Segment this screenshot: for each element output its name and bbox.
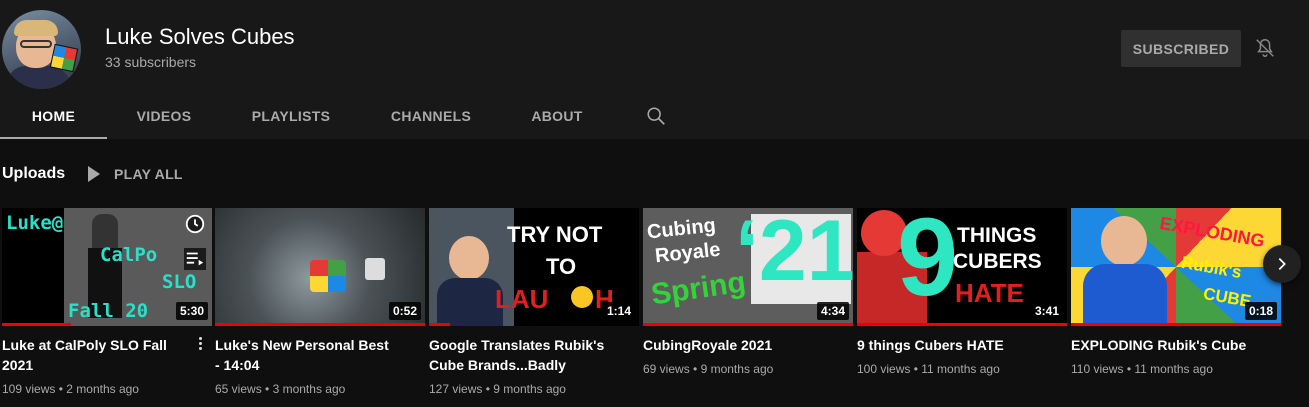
- view-count: 127 views: [429, 382, 483, 396]
- channel-name: Luke Solves Cubes: [105, 24, 295, 49]
- meta-separator: •: [485, 382, 490, 396]
- thumbnail-text: Rubik's: [1179, 252, 1244, 283]
- upload-age: 9 months ago: [700, 362, 774, 376]
- view-count: 65 views: [215, 382, 262, 396]
- video-duration: 1:14: [602, 302, 635, 320]
- channel-avatar[interactable]: [2, 10, 81, 89]
- thumbnail-text: THINGS: [957, 224, 1037, 247]
- chevron-right-icon: [1278, 258, 1286, 270]
- video-thumbnail[interactable]: Cubing Royale Spring ‘21 4:34: [643, 208, 853, 326]
- thumbnail-text: HATE: [955, 278, 1024, 308]
- play-all-button[interactable]: PLAY ALL: [88, 164, 183, 184]
- video-title[interactable]: EXPLODING Rubik's Cube: [1071, 335, 1251, 355]
- video-thumbnail[interactable]: Luke@ CalPo SLO Fall 20 5:30: [2, 208, 212, 326]
- video-meta: 65 views • 3 months ago: [215, 382, 425, 396]
- thumbnail-text: SLO: [162, 271, 197, 293]
- thumbnail-text: CalPo: [100, 244, 158, 266]
- view-count: 69 views: [643, 362, 690, 376]
- tab-about[interactable]: ABOUT: [520, 93, 594, 139]
- laughing-emoji-icon: [571, 286, 593, 308]
- meta-separator: •: [265, 382, 270, 396]
- bell-off-icon[interactable]: [1254, 37, 1276, 59]
- watch-progress: [1071, 323, 1281, 326]
- thumbnail-text: Spring: [649, 265, 748, 312]
- video-meta: 100 views • 11 months ago: [857, 362, 1067, 376]
- tab-playlists[interactable]: PLAYLISTS: [240, 93, 342, 139]
- watch-progress: [215, 323, 425, 326]
- video-thumbnail[interactable]: 0:52: [215, 208, 425, 326]
- thumbnail-text: ‘21: [735, 208, 853, 299]
- video-duration: 0:18: [1244, 302, 1277, 320]
- thumbnail-text: TRY NOT: [507, 222, 603, 247]
- watch-progress: [857, 323, 1067, 326]
- video-meta: 110 views • 11 months ago: [1071, 362, 1281, 376]
- video-thumbnail[interactable]: 9 THINGS CUBERS HATE 3:41: [857, 208, 1067, 326]
- search-icon[interactable]: [645, 105, 667, 127]
- home-content: Uploads PLAY ALL Luke@ CalPo SLO Fall 20…: [0, 139, 1309, 407]
- video-duration: 0:52: [388, 302, 421, 320]
- channel-tabs: HOME VIDEOS PLAYLISTS CHANNELS ABOUT: [0, 93, 1309, 139]
- view-count: 109 views: [2, 382, 56, 396]
- video-card[interactable]: EXPLODING Rubik's CUBE 0:18 EXPLODING Ru…: [1071, 208, 1281, 376]
- subscribed-button[interactable]: SUBSCRIBED: [1121, 30, 1241, 67]
- tab-channels[interactable]: CHANNELS: [380, 93, 482, 139]
- video-meta: 69 views • 9 months ago: [643, 362, 853, 376]
- video-title[interactable]: Google Translates Rubik's Cube Brands...…: [429, 335, 609, 375]
- play-all-label: PLAY ALL: [114, 166, 183, 182]
- video-meta: 127 views • 9 months ago: [429, 382, 639, 396]
- watch-progress: [429, 323, 450, 326]
- subscriber-count: 33 subscribers: [105, 54, 197, 70]
- meta-separator: •: [58, 382, 63, 396]
- thumbnail-text: Luke@: [6, 212, 64, 234]
- tab-home[interactable]: HOME: [0, 93, 107, 139]
- upload-age: 11 months ago: [921, 362, 1000, 376]
- upload-age: 2 months ago: [66, 382, 139, 396]
- meta-separator: •: [913, 362, 918, 376]
- play-icon: [88, 166, 100, 182]
- upload-age: 9 months ago: [493, 382, 566, 396]
- watch-progress: [643, 323, 853, 326]
- upload-age: 11 months ago: [1134, 362, 1213, 376]
- channel-header: Luke Solves Cubes 33 subscribers SUBSCRI…: [0, 0, 1309, 93]
- video-card[interactable]: 0:52 Luke's New Personal Best - 14:04 65…: [215, 208, 425, 396]
- thumbnail-text: CUBERS: [953, 250, 1042, 273]
- video-card[interactable]: 9 THINGS CUBERS HATE 3:41 9 things Cuber…: [857, 208, 1067, 376]
- video-card[interactable]: TRY NOT TO LAU H 1:14 Google Translates …: [429, 208, 639, 396]
- video-card[interactable]: Cubing Royale Spring ‘21 4:34 CubingRoya…: [643, 208, 853, 376]
- video-thumbnail[interactable]: EXPLODING Rubik's CUBE 0:18: [1071, 208, 1281, 326]
- thumbnail-text: EXPLODING: [1158, 212, 1267, 252]
- more-vert-icon[interactable]: [196, 335, 204, 353]
- view-count: 110 views: [1071, 362, 1124, 376]
- video-duration: 5:30: [175, 302, 208, 320]
- thumbnail-text: LAU: [495, 284, 549, 314]
- upload-age: 3 months ago: [272, 382, 346, 396]
- meta-separator: •: [1126, 362, 1132, 376]
- video-title[interactable]: 9 things Cubers HATE: [857, 335, 1037, 355]
- shelf-title[interactable]: Uploads: [2, 165, 65, 183]
- watch-progress: [2, 323, 72, 326]
- video-card[interactable]: Luke@ CalPo SLO Fall 20 5:30 Luke at Cal…: [2, 208, 212, 396]
- shelf-next-button[interactable]: [1263, 245, 1301, 283]
- video-duration: 4:34: [816, 302, 849, 320]
- meta-separator: •: [693, 362, 698, 376]
- add-to-queue-icon[interactable]: [184, 248, 206, 270]
- video-meta: 109 views • 2 months ago: [2, 382, 212, 396]
- thumbnail-text: Royale: [653, 238, 722, 268]
- clock-icon[interactable]: [184, 213, 206, 235]
- video-title[interactable]: CubingRoyale 2021: [643, 335, 823, 355]
- thumbnail-text: Fall 20: [68, 300, 149, 322]
- thumbnail-text: 9: [897, 208, 959, 319]
- tab-videos[interactable]: VIDEOS: [124, 93, 204, 139]
- video-title[interactable]: Luke at CalPoly SLO Fall 2021: [2, 335, 182, 375]
- thumbnail-text: TO: [546, 254, 577, 279]
- video-title[interactable]: Luke's New Personal Best - 14:04: [215, 335, 395, 375]
- video-thumbnail[interactable]: TRY NOT TO LAU H 1:14: [429, 208, 639, 326]
- video-duration: 3:41: [1030, 302, 1063, 320]
- view-count: 100 views: [857, 362, 911, 376]
